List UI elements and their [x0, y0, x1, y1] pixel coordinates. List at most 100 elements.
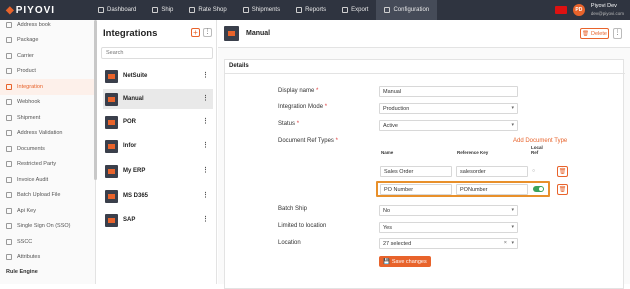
sidebar-item-restricted-party[interactable]: Restricted Party — [0, 157, 95, 173]
chevron-down-icon: ▾ — [511, 207, 514, 213]
more-vertical-icon[interactable]: ⋮ — [202, 191, 209, 199]
sidebar-item-address-validation[interactable]: Address Validation — [0, 126, 95, 142]
field-value: PONumber — [460, 186, 488, 193]
integration-name: POR — [123, 119, 137, 125]
nav-reports[interactable]: Reports — [288, 0, 334, 20]
documents-icon — [6, 145, 12, 152]
address-validation-icon — [6, 130, 12, 137]
more-vertical-icon[interactable]: ⋮ — [202, 117, 209, 125]
sidebar-item-invoice-audit[interactable]: Invoice Audit — [0, 172, 95, 188]
more-vertical-icon[interactable]: ⋮ — [202, 71, 209, 79]
integration-card-my-erp[interactable]: My ERP ⋮ — [103, 161, 213, 181]
nav-label: Export — [351, 7, 369, 13]
integration-name: NetSuite — [123, 73, 148, 79]
sidebar-item-integration[interactable]: Integration — [0, 79, 95, 95]
more-vertical-icon[interactable]: ⋮ — [202, 215, 209, 223]
sidebar-item-shipment[interactable]: Shipment — [0, 110, 95, 126]
more-vertical-icon[interactable]: ⋮ — [202, 94, 209, 102]
integration-mode-select[interactable]: Production ▾ — [379, 103, 518, 114]
sidebar-item-address-book[interactable]: Address book — [0, 20, 95, 33]
main-nav: Dashboard Ship Rate Shop Shipments Repor… — [90, 0, 438, 20]
integration-logo-icon — [105, 69, 118, 83]
integration-logo-icon — [105, 92, 118, 106]
delete-doc-type-button[interactable]: 🗑 — [557, 184, 568, 195]
sidebar-item-label: Documents — [17, 145, 45, 152]
nav-shipments[interactable]: Shipments — [235, 0, 288, 20]
sidebar-item-label: SSCC — [17, 238, 33, 245]
dashboard-icon — [98, 7, 104, 13]
add-integration-button[interactable]: + — [191, 28, 200, 37]
sidebar-item-label: Invoice Audit — [17, 176, 49, 183]
doc-type-reference-key-field[interactable]: PONumber — [456, 184, 528, 195]
avatar[interactable]: PD — [572, 4, 585, 16]
logo-mark-icon: ◆ — [6, 4, 15, 16]
sidebar-item-batch-upload-file[interactable]: Batch Upload File — [0, 188, 95, 204]
sidebar-item-sso[interactable]: Single Sign On (SSO) — [0, 219, 95, 235]
search-input[interactable] — [101, 47, 213, 59]
detail-more-button[interactable]: ⋮ — [613, 28, 622, 39]
sidebar-item-sscc[interactable]: SSCC — [0, 234, 95, 250]
sidebar-item-webhook[interactable]: Webhook — [0, 95, 95, 111]
clear-icon[interactable]: × — [504, 240, 507, 246]
nav-configuration[interactable]: Configuration — [376, 0, 438, 20]
doc-type-name-field[interactable]: Sales Order — [380, 166, 452, 177]
sidebar-scrollbar[interactable] — [94, 20, 97, 180]
integrations-list-panel: Integrations + ⋮ NetSuite⋮ Manual⋮ POR⋮ … — [99, 20, 217, 284]
batch-ship-label: Batch Ship — [278, 206, 308, 212]
field-value: Manual — [383, 88, 402, 95]
sidebar-item-package[interactable]: Package — [0, 33, 95, 49]
shipments-icon — [242, 7, 249, 13]
nav-dashboard[interactable]: Dashboard — [90, 0, 144, 20]
more-vertical-icon[interactable]: ⋮ — [202, 166, 209, 174]
chevron-down-icon: ▾ — [511, 105, 514, 111]
nav-rate-shop[interactable]: Rate Shop — [181, 0, 234, 20]
more-vertical-icon: ⋮ — [204, 29, 211, 35]
save-changes-button[interactable]: 💾 Save changes — [379, 256, 431, 267]
sidebar-item-product[interactable]: Product — [0, 64, 95, 80]
batch-ship-select[interactable]: No ▾ — [379, 205, 518, 216]
app-logo[interactable]: ◆ PIYOVI — [0, 5, 60, 16]
limited-to-location-select[interactable]: Yes ▾ — [379, 222, 518, 233]
api-key-icon — [6, 207, 12, 214]
nav-export[interactable]: Export — [334, 0, 376, 20]
flag-icon[interactable] — [554, 6, 567, 14]
column-header-name: Name — [381, 150, 394, 155]
integration-card-por[interactable]: POR ⋮ — [103, 112, 213, 132]
local-ref-toggle-off[interactable]: ○ — [532, 168, 535, 174]
add-document-type-link[interactable]: Add Document Type — [513, 138, 567, 144]
sidebar-item-documents[interactable]: Documents — [0, 141, 95, 157]
location-multiselect[interactable]: 27 selected × ▾ — [379, 238, 518, 249]
integration-card-manual[interactable]: Manual ⋮ — [103, 89, 213, 109]
nav-ship[interactable]: Ship — [144, 0, 181, 20]
more-vertical-icon[interactable]: ⋮ — [202, 141, 209, 149]
integration-card-ms-d365[interactable]: MS D365 ⋮ — [103, 186, 213, 206]
status-select[interactable]: Active ▾ — [379, 120, 518, 131]
config-sidebar: Address book Package Carrier Product Int… — [0, 20, 96, 284]
header-line: Ref — [531, 150, 539, 155]
user-info[interactable]: Piyovi Dev dev@piyovi.com — [591, 3, 624, 17]
display-name-field[interactable]: Manual — [379, 86, 518, 97]
sidebar-group-rule-engine: Rule Engine — [6, 269, 38, 275]
divider — [225, 73, 625, 74]
doc-type-reference-key-field[interactable]: salesorder — [456, 166, 528, 177]
integration-card-infor[interactable]: Infor ⋮ — [103, 136, 213, 156]
sidebar-item-api-key[interactable]: Api Key — [0, 203, 95, 219]
sidebar-item-label: Integration — [17, 83, 43, 90]
delete-doc-type-button[interactable]: 🗑 — [557, 166, 568, 177]
doc-type-name-field[interactable]: PO Number — [380, 184, 452, 195]
label-text: Document Ref Types — [278, 138, 334, 144]
field-value: Yes — [383, 224, 392, 231]
integration-card-sap[interactable]: SAP ⋮ — [103, 210, 213, 230]
required-marker: * — [296, 121, 300, 127]
delete-button[interactable]: 🗑 Delete — [580, 28, 609, 39]
local-ref-toggle-on[interactable] — [533, 186, 544, 192]
product-icon — [6, 68, 12, 75]
integration-card-netsuite[interactable]: NetSuite ⋮ — [103, 66, 213, 86]
rate-shop-icon — [189, 7, 196, 13]
sidebar-item-attributes[interactable]: Attributes — [0, 250, 95, 266]
display-name-label: Display name * — [278, 88, 318, 94]
field-value: No — [383, 207, 391, 214]
sidebar-item-carrier[interactable]: Carrier — [0, 48, 95, 64]
field-value: PO Number — [384, 186, 414, 193]
integrations-more-button[interactable]: ⋮ — [203, 28, 212, 37]
